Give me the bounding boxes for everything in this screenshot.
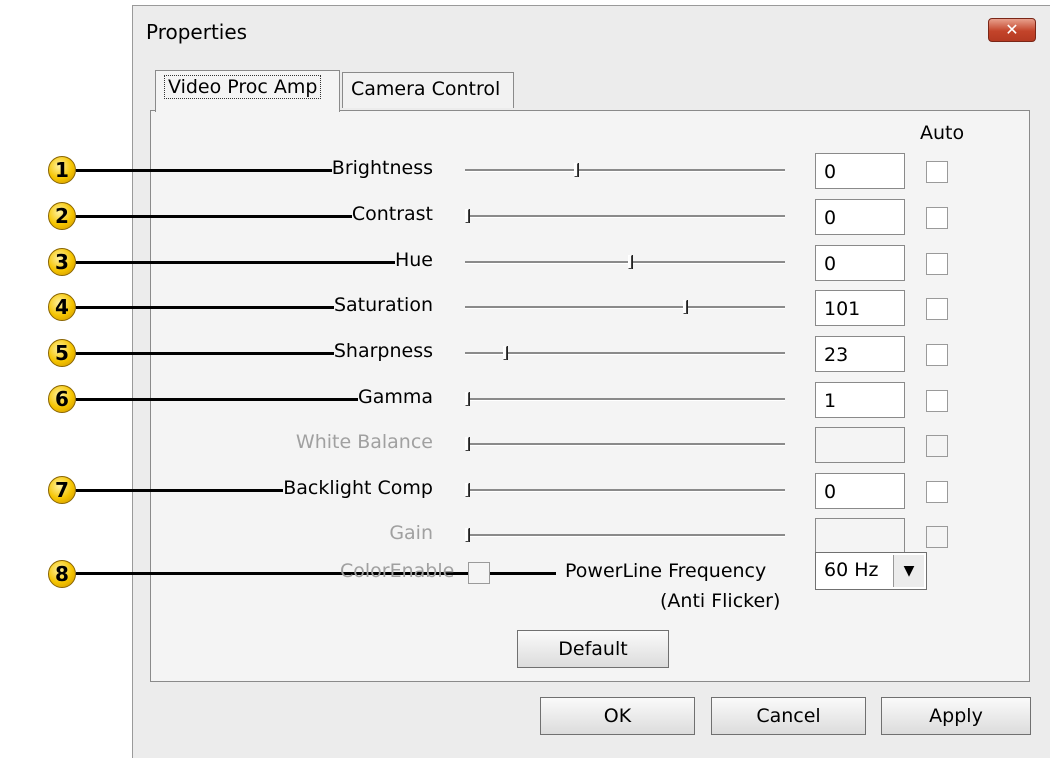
callout-badge: 4 (48, 293, 76, 321)
auto-checkbox[interactable] (926, 526, 948, 548)
powerline-value: 60 Hz (824, 559, 879, 581)
callout-badge: 5 (48, 339, 76, 367)
property-slider[interactable] (465, 398, 785, 401)
slider-thumb[interactable] (465, 528, 470, 542)
cancel-button[interactable]: Cancel (711, 697, 866, 735)
callout-badge: 2 (48, 202, 76, 230)
callout-line (76, 489, 284, 492)
callout-badge: 3 (48, 248, 76, 276)
slider-thumb[interactable] (628, 255, 634, 269)
callout-line (76, 261, 395, 264)
property-slider[interactable] (465, 169, 785, 172)
powerline-frequency-select[interactable]: 60 Hz ▼ (815, 552, 927, 590)
tab-label: Camera Control (351, 78, 501, 100)
color-enable-checkbox[interactable] (468, 562, 490, 584)
callout-line (76, 306, 334, 309)
property-value-field[interactable]: 23 (815, 336, 905, 372)
property-slider[interactable] (465, 352, 785, 355)
close-icon: ✕ (1005, 20, 1019, 39)
property-slider[interactable] (465, 534, 785, 537)
window-title: Properties (146, 20, 248, 44)
property-slider[interactable] (465, 443, 785, 446)
auto-checkbox[interactable] (926, 207, 948, 229)
property-label: Sharpness (333, 340, 433, 362)
callout-line (76, 398, 358, 401)
chevron-down-icon[interactable]: ▼ (893, 555, 924, 587)
auto-header: Auto (920, 122, 965, 144)
default-button[interactable]: Default (517, 630, 669, 668)
auto-checkbox[interactable] (926, 435, 948, 457)
property-label: Saturation (333, 294, 433, 316)
auto-checkbox[interactable] (926, 253, 948, 275)
property-value-field[interactable]: 0 (815, 199, 905, 235)
apply-button[interactable]: Apply (881, 697, 1031, 735)
close-button[interactable]: ✕ (988, 18, 1036, 42)
property-label: Backlight Comp (283, 477, 433, 499)
powerline-label: PowerLine Frequency (565, 560, 767, 582)
property-slider[interactable] (465, 489, 785, 492)
property-value-field[interactable]: 0 (815, 153, 905, 189)
slider-thumb[interactable] (465, 392, 470, 406)
auto-checkbox[interactable] (926, 298, 948, 320)
slider-thumb[interactable] (465, 437, 470, 451)
property-slider[interactable] (465, 306, 785, 309)
slider-thumb[interactable] (465, 483, 470, 497)
property-label: Brightness (331, 157, 433, 179)
callout-badge: 6 (48, 385, 76, 413)
property-label: Contrast (351, 203, 433, 225)
powerline-sublabel: (Anti Flicker) (660, 590, 781, 612)
property-label: Gamma (357, 386, 433, 408)
callout-line (76, 215, 352, 218)
auto-checkbox[interactable] (926, 344, 948, 366)
tab-label: Video Proc Amp (164, 75, 322, 99)
tab-camera-control[interactable]: Camera Control (342, 72, 514, 108)
property-value-field[interactable]: 101 (815, 290, 905, 326)
color-enable-label: ColorEnable (340, 560, 455, 582)
property-value-field[interactable]: 0 (815, 245, 905, 281)
slider-thumb[interactable] (682, 300, 688, 314)
callout-line (76, 169, 332, 172)
auto-checkbox[interactable] (926, 390, 948, 412)
property-label: Gain (389, 522, 433, 544)
property-value-field[interactable] (815, 427, 905, 463)
auto-checkbox[interactable] (926, 481, 948, 503)
callout-badge: 8 (48, 560, 76, 588)
ok-button[interactable]: OK (540, 697, 695, 735)
callout-line (76, 352, 334, 355)
property-value-field[interactable]: 0 (815, 473, 905, 509)
callout-badge: 7 (48, 476, 76, 504)
property-label: White Balance (295, 431, 433, 453)
property-slider[interactable] (465, 261, 785, 264)
tab-video-proc-amp[interactable]: Video Proc Amp (155, 70, 340, 112)
property-slider[interactable] (465, 215, 785, 218)
slider-thumb[interactable] (465, 209, 470, 223)
callout-badge: 1 (48, 156, 76, 184)
slider-thumb[interactable] (573, 163, 579, 177)
property-value-field[interactable] (815, 518, 905, 554)
auto-checkbox[interactable] (926, 161, 948, 183)
property-value-field[interactable]: 1 (815, 382, 905, 418)
property-label: Hue (394, 249, 433, 271)
slider-thumb[interactable] (503, 346, 509, 360)
